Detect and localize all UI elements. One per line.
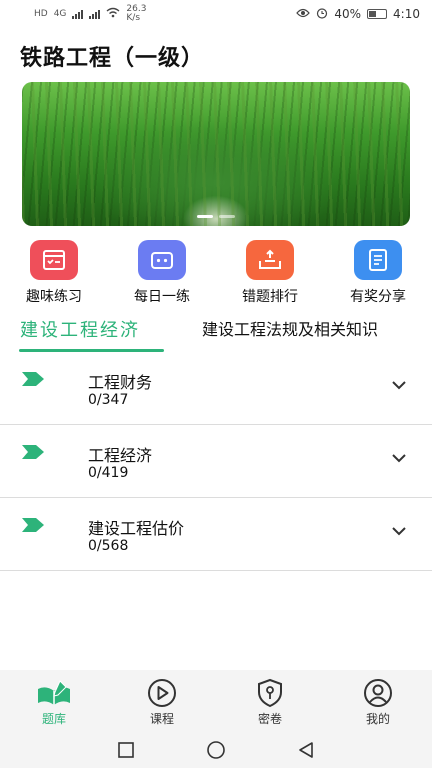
robot-face-icon (138, 240, 186, 280)
user-circle-icon (360, 678, 396, 708)
tray-upload-icon (246, 240, 294, 280)
eye-icon (296, 7, 311, 21)
banner-carousel[interactable] (22, 82, 410, 226)
speed-unit: K/s (126, 13, 141, 23)
chapter-progress: 0/347 (88, 392, 129, 408)
feature-wrong-ranking[interactable]: 错题排行 (216, 240, 324, 306)
page-title: 铁路工程（一级） (20, 46, 205, 71)
shield-key-icon (252, 678, 288, 708)
status-right: 40% 4:10 (296, 7, 420, 22)
feature-shortcuts: 趣味练习 每日一练 错题排行 有奖分享 (0, 240, 432, 306)
chevron-down-icon[interactable] (392, 526, 406, 536)
nav-label: 我的 (365, 712, 390, 726)
book-pen-icon (36, 678, 72, 708)
system-nav-bar (0, 732, 432, 768)
arrow-marker-icon (22, 518, 44, 532)
status-left: HD 4G 26.3 K/s (34, 5, 146, 23)
feature-daily-practice[interactable]: 每日一练 (108, 240, 216, 306)
list-item[interactable]: 工程财务 0/347 (0, 352, 432, 425)
chevron-down-icon[interactable] (392, 380, 406, 390)
network-type: 4G (53, 9, 67, 19)
battery-percent: 40% (334, 7, 362, 21)
chevron-down-icon[interactable] (392, 453, 406, 463)
arrow-marker-icon (22, 372, 44, 386)
recent-apps-button[interactable] (117, 741, 135, 759)
feature-label: 有奖分享 (350, 289, 406, 305)
carousel-indicator (22, 215, 410, 218)
network-label: HD (34, 9, 48, 19)
nav-item-courses[interactable]: 课程 (108, 670, 216, 732)
checklist-icon (30, 240, 78, 280)
chapter-progress: 0/419 (88, 465, 129, 481)
carousel-dot (219, 215, 235, 218)
signal-icon-2 (89, 9, 101, 19)
nav-label: 课程 (149, 712, 174, 726)
bottom-nav: 题库 课程 密卷 我的 (0, 670, 432, 732)
wifi-icon (106, 7, 120, 21)
carousel-dot-active (197, 215, 213, 218)
back-button[interactable] (297, 741, 315, 759)
notebook-icon (354, 240, 402, 280)
network-speed: 26.3 K/s (126, 5, 146, 23)
chapter-progress: 0/568 (88, 538, 129, 554)
nav-label: 密卷 (257, 712, 282, 726)
alarm-icon (316, 7, 328, 22)
list-item[interactable]: 建设工程估价 0/568 (0, 498, 432, 571)
subject-tabs: 建设工程经济 建设工程法规及相关知识 (0, 312, 432, 352)
chapter-title: 建设工程估价 (88, 519, 185, 538)
feature-label: 每日一练 (134, 289, 190, 305)
nav-item-question-bank[interactable]: 题库 (0, 670, 108, 732)
nav-item-profile[interactable]: 我的 (324, 670, 432, 732)
play-circle-icon (144, 678, 180, 708)
arrow-marker-icon (22, 445, 44, 459)
battery-icon (367, 9, 388, 19)
status-bar: HD 4G 26.3 K/s 40% 4:10 (0, 0, 432, 28)
tab-construction-economics[interactable]: 建设工程经济 (20, 316, 140, 342)
chapter-list: 工程财务 0/347 工程经济 0/419 建设工程估价 0/568 (0, 352, 432, 571)
feature-label: 趣味练习 (26, 289, 82, 305)
banner-image (22, 82, 410, 226)
feature-fun-practice[interactable]: 趣味练习 (0, 240, 108, 306)
tab-construction-regulations[interactable]: 建设工程法规及相关知识 (202, 316, 378, 340)
feature-label: 错题排行 (242, 289, 298, 305)
list-item[interactable]: 工程经济 0/419 (0, 425, 432, 498)
home-button[interactable] (207, 741, 225, 759)
nav-label: 题库 (41, 712, 66, 726)
clock: 4:10 (393, 7, 420, 21)
chapter-title: 工程财务 (88, 373, 153, 392)
nav-item-secret-papers[interactable]: 密卷 (216, 670, 324, 732)
feature-reward-share[interactable]: 有奖分享 (324, 240, 432, 306)
chapter-title: 工程经济 (88, 446, 153, 465)
signal-icon (72, 9, 84, 19)
